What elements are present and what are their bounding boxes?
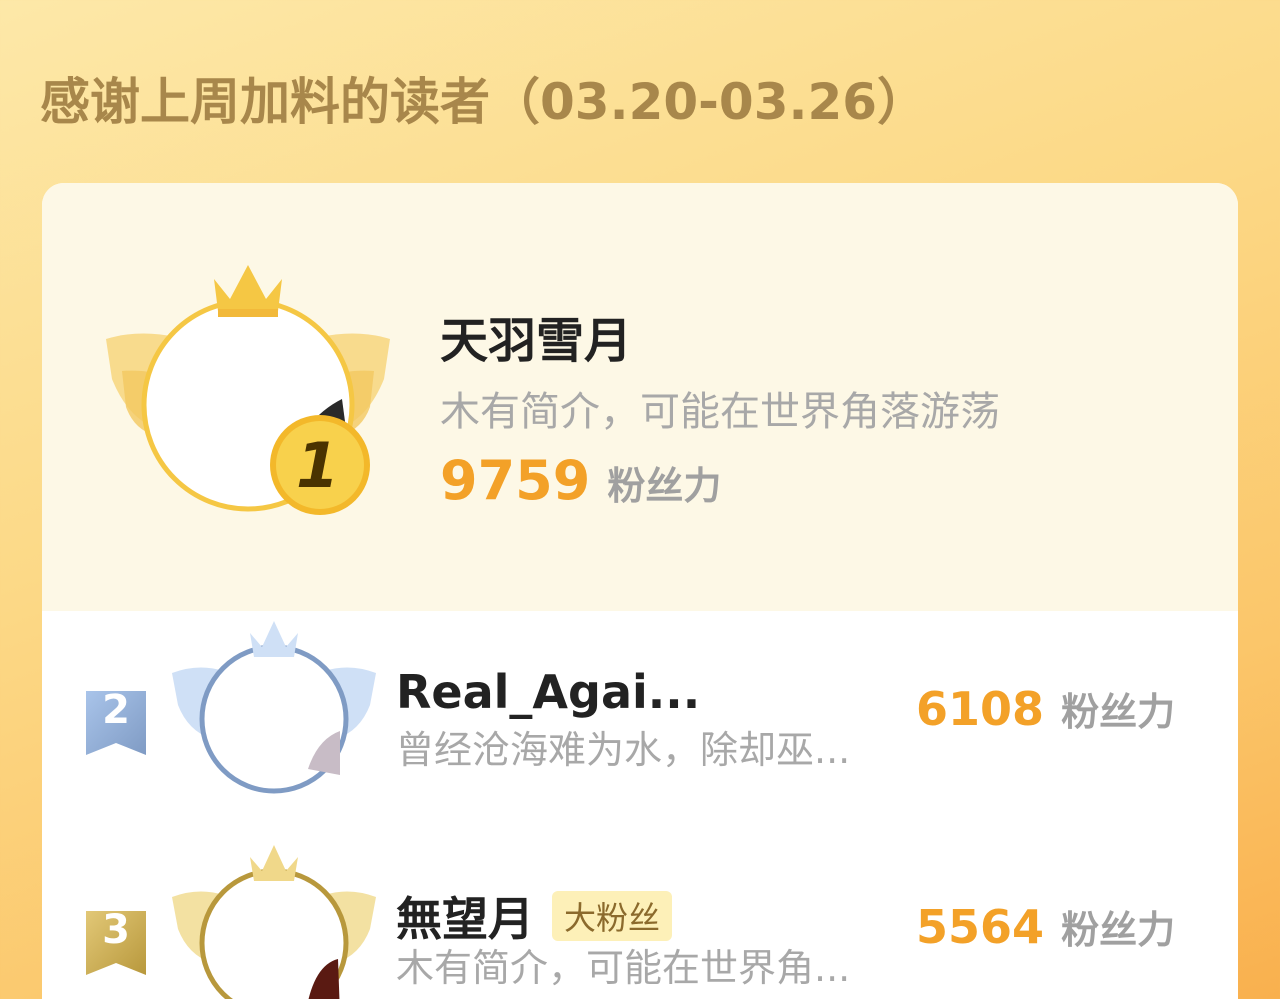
page-title: 感谢上周加料的读者（03.20-03.26） [40,73,928,131]
rank-1-score-unit: 粉丝力 [607,464,722,508]
rank-2-entry[interactable]: 2 Real_Agai... 曾经沧海难为水，除却巫... 6108 粉丝力 [42,619,1238,829]
rank-3-score: 5564 粉丝力 [916,899,1175,954]
rank-3-entry[interactable]: 3 無望月 大粉丝 木有简介，可能在世界角... 5564 粉丝力 [42,837,1238,999]
rank-1-score-value: 9759 [440,449,591,512]
rank-1-number: 1 [296,429,340,502]
rank-1-name[interactable]: 天羽雪月 [440,301,632,371]
rank-2-score: 6108 粉丝力 [916,681,1175,736]
gold-crown-wings-icon[interactable] [98,259,398,531]
rank-3-bio: 木有简介，可能在世界角... [396,946,851,990]
big-fan-badge: 大粉丝 [552,891,673,941]
rank-3-score-unit: 粉丝力 [1061,908,1176,952]
rank-2-score-unit: 粉丝力 [1061,690,1176,734]
bronze-crown-wings-icon[interactable] [168,843,380,999]
rank-1-score: 9759 粉丝力 [440,449,721,512]
rank-2-name-text: Real_Agai... [396,665,701,719]
rank-3-number: 3 [102,907,130,953]
rank-2-score-value: 6108 [916,682,1045,736]
rank-2-bio: 曾经沧海难为水，除却巫... [396,728,851,772]
rank-1-entry[interactable]: 1 天羽雪月 木有简介，可能在世界角落游荡 9759 粉丝力 [42,183,1238,611]
rank-3-score-value: 5564 [916,900,1045,954]
rank-2-number: 2 [102,687,130,733]
silver-crown-wings-icon[interactable] [168,619,380,809]
rank-1-bio: 木有简介，可能在世界角落游荡 [440,389,1000,435]
rank-2-name[interactable]: Real_Agai... [396,665,700,719]
ranking-card: 1 天羽雪月 木有简介，可能在世界角落游荡 9759 粉丝力 2 Real_Ag… [42,183,1238,999]
